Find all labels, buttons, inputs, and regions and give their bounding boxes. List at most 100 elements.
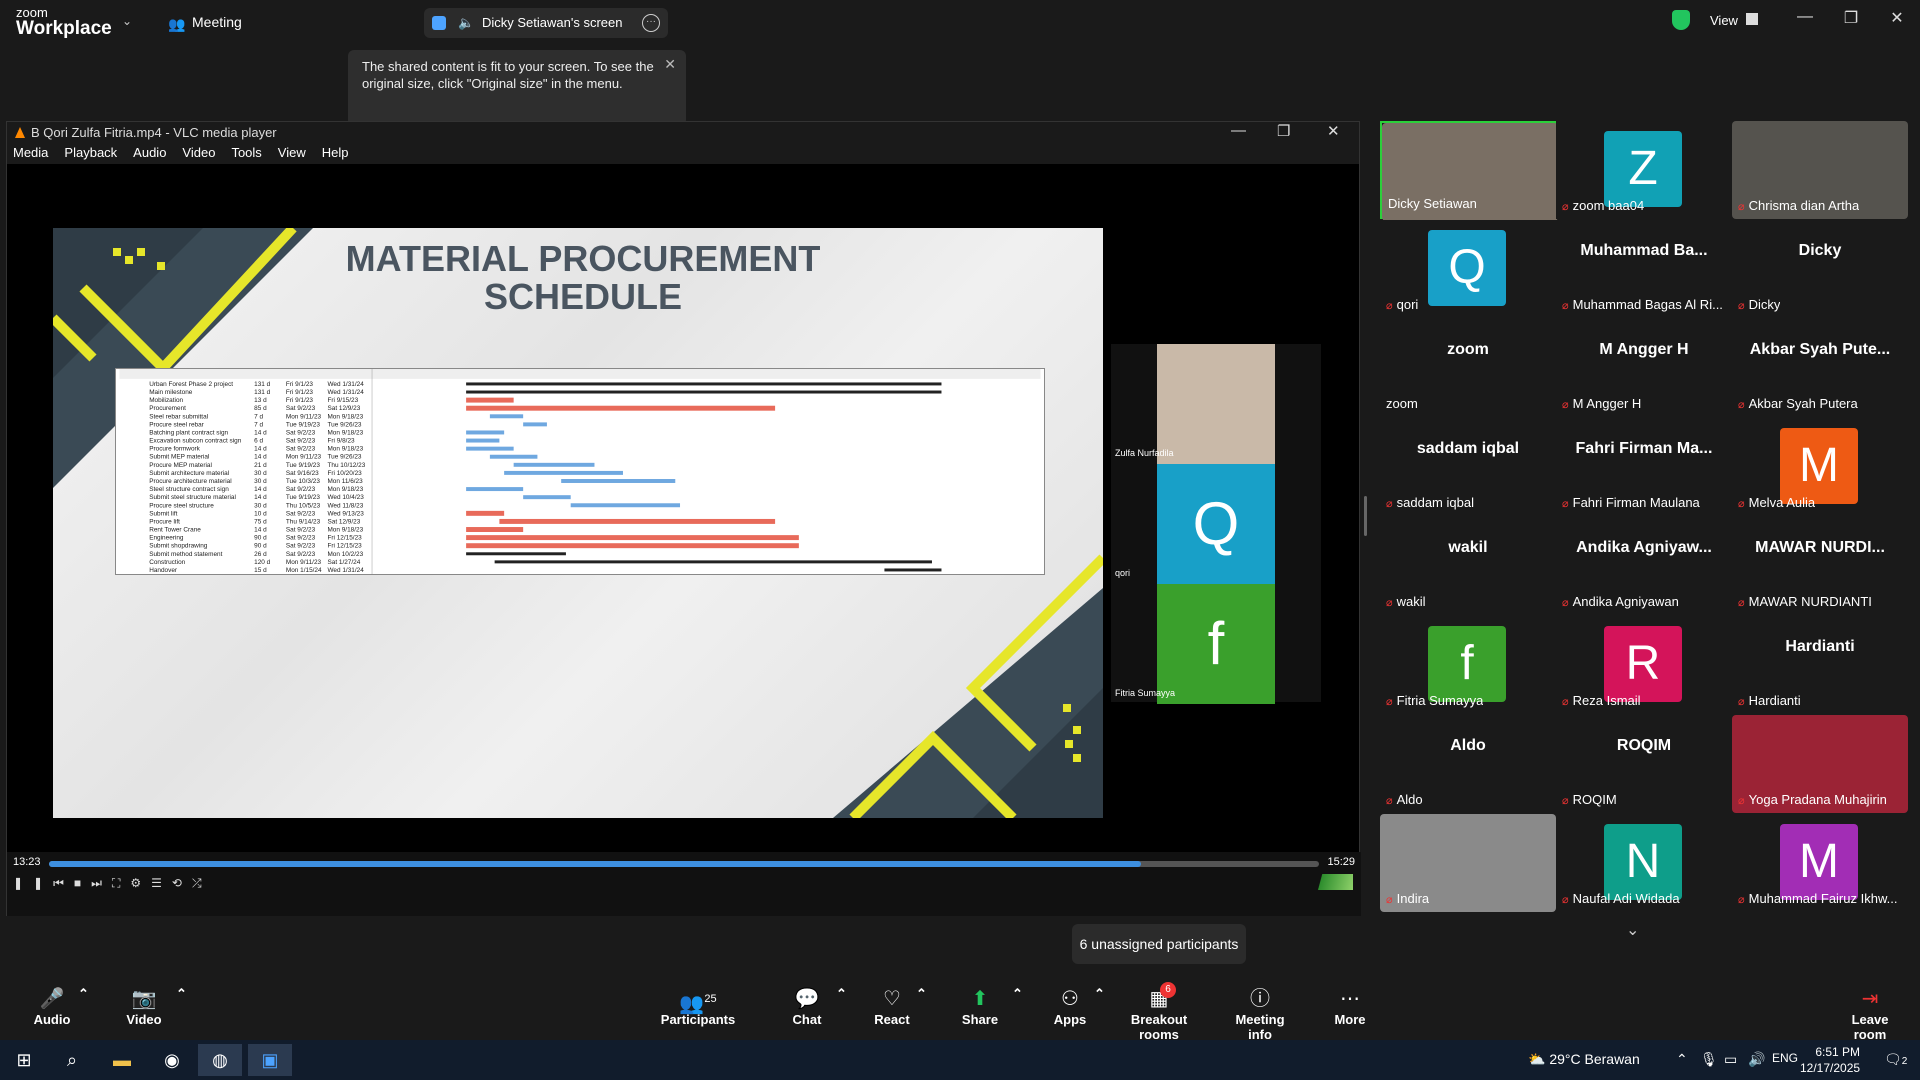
apps-button[interactable]: ⚇ Apps [1048,986,1092,1027]
participant-tile[interactable]: ⌀ Chrisma dian Artha [1732,121,1908,219]
share-button[interactable]: ⬆ Share [958,986,1002,1027]
pause-icon[interactable]: ❚❚ [13,876,53,890]
participant-tile[interactable]: ⌀ Indira [1380,814,1556,912]
vlc-menu-help[interactable]: Help [322,145,349,160]
audio-button[interactable]: 🎤 Audio [30,986,74,1027]
unassigned-toast[interactable]: 6 unassigned participants [1072,924,1246,964]
react-button[interactable]: ♡ React [870,986,914,1027]
participant-tile[interactable]: Fahri Firman Ma... ⌀ Fahri Firman Maulana [1556,418,1732,516]
participant-tile[interactable]: Andika Agniyaw... ⌀ Andika Agniyawan [1556,517,1732,615]
gantt-bar [466,405,776,411]
close-icon[interactable]: ✕ [664,56,676,73]
participant-tile[interactable]: MAWAR NURDI... ⌀ MAWAR NURDIANTI [1732,517,1908,615]
stop-icon[interactable]: ■ [74,876,91,890]
playlist-icon[interactable]: ☰ [151,876,172,890]
participant-tile[interactable]: N ⌀ Naufal Adi Widada [1556,814,1732,912]
screen-share-pill[interactable]: 🔈 Dicky Setiawan's screen ··· [424,8,668,38]
participant-display-name: Dicky [1798,242,1842,259]
participant-tile[interactable]: R ⌀ Reza Ismail [1556,616,1732,714]
participant-tile[interactable]: Aldo ⌀ Aldo [1380,715,1556,813]
mic-tray-icon[interactable]: 🎙 [1700,1051,1718,1068]
participant-tile[interactable]: Akbar Syah Pute... ⌀ Akbar Syah Putera [1732,319,1908,417]
participant-tile[interactable]: ⌀ Yoga Pradana Muhajirin [1732,715,1908,813]
participant-tile[interactable]: Dicky ⌀ Dicky [1732,220,1908,318]
windows-start-icon[interactable]: ⊞ [2,1044,46,1076]
speaker-video-2[interactable]: Q [1157,464,1275,584]
participant-tile[interactable]: M ⌀ Muhammad Fairuz Ikhw... [1732,814,1908,912]
vlc-menu-media[interactable]: Media [13,145,48,160]
leave-room-button[interactable]: ⇥ Leave room [1834,986,1906,1042]
view-button[interactable]: View [1710,12,1758,28]
minimize-button[interactable]: — [1790,8,1820,26]
participant-tile[interactable]: M ⌀ Melva Aulia [1732,418,1908,516]
speaker-video-3[interactable]: f [1157,584,1275,704]
volume-icon[interactable]: 🔊 [1748,1051,1765,1068]
network-icon[interactable]: ▭ [1724,1051,1737,1068]
gantt-cell-name: Main milestone [149,389,193,396]
participant-tile[interactable]: wakil ⌀ wakil [1380,517,1556,615]
more-options-icon[interactable]: ··· [642,14,660,32]
vlc-maximize-button[interactable]: ❐ [1277,122,1290,140]
apps-options-caret[interactable]: ⌃ [1094,986,1105,1002]
chevron-down-icon[interactable]: ⌄ [1626,920,1639,940]
participant-tile[interactable]: saddam iqbal ⌀ saddam iqbal [1380,418,1556,516]
participants-button[interactable]: 👥25 Participants [660,986,736,1027]
system-clock[interactable]: 6:51 PM 12/17/2025 [1800,1044,1860,1076]
more-button[interactable]: ⋯ More [1330,986,1370,1027]
mic-muted-icon: ⌀ [1738,498,1745,510]
restore-button[interactable]: ❐ [1836,8,1866,28]
next-icon[interactable]: ⏭ [91,876,112,890]
participant-tile[interactable]: zoom zoom [1380,319,1556,417]
participant-name-label: ⌀ Melva Aulia [1738,495,1815,510]
video-options-caret[interactable]: ⌃ [176,986,187,1002]
chevron-down-icon[interactable]: ⌄ [122,14,132,28]
share-options-caret[interactable]: ⌃ [1012,986,1023,1002]
splitter-handle[interactable] [1364,496,1367,536]
weather-widget[interactable]: ⛅ 29°C Berawan [1528,1051,1640,1068]
meeting-info-button[interactable]: ⓘ Meeting info [1222,986,1298,1042]
vlc-menu-view[interactable]: View [278,145,306,160]
react-options-caret[interactable]: ⌃ [916,986,927,1002]
audio-options-caret[interactable]: ⌃ [78,986,89,1002]
avatar: N [1604,824,1682,900]
loop-icon[interactable]: ⟲ [172,876,192,890]
language-indicator[interactable]: ENG [1772,1051,1798,1065]
file-explorer-icon[interactable]: ▬ [100,1044,144,1076]
chat-options-caret[interactable]: ⌃ [836,986,847,1002]
settings-icon[interactable]: ⚙ [130,876,151,890]
seek-bar[interactable] [49,861,1319,867]
chrome-icon[interactable]: ◍ [198,1044,242,1076]
participant-tile[interactable]: Dicky Setiawan [1380,121,1558,221]
participant-tile[interactable]: Muhammad Ba... ⌀ Muhammad Bagas Al Ri... [1556,220,1732,318]
tray-chevron-icon[interactable]: ⌃ [1676,1051,1688,1068]
vlc-menu-playback[interactable]: Playback [64,145,117,160]
notification-icon[interactable]: 🗨2 [1884,1051,1907,1068]
volume-slider[interactable] [1293,874,1353,890]
shuffle-icon[interactable]: ⤮ [192,876,212,890]
obs-icon[interactable]: ◉ [150,1044,194,1076]
vlc-menu-video[interactable]: Video [182,145,215,160]
video-button[interactable]: 📷 Video [122,986,166,1027]
participant-tile[interactable]: ROQIM ⌀ ROQIM [1556,715,1732,813]
participant-tile[interactable]: f ⌀ Fitria Sumayya [1380,616,1556,714]
shield-icon[interactable] [1672,10,1690,30]
search-icon[interactable]: ⌕ [50,1044,94,1076]
fullscreen-icon[interactable]: ⛶ [112,876,130,890]
vlc-minimize-button[interactable]: — [1231,122,1246,139]
participant-tile[interactable]: Q ⌀ qori [1380,220,1556,318]
gantt-bar [561,479,676,483]
vlc-menu-tools[interactable]: Tools [231,145,261,160]
vlc-close-button[interactable]: ✕ [1327,122,1340,140]
meeting-menu[interactable]: 👥 Meeting [168,14,242,32]
gantt-bar [570,503,681,508]
participant-tile[interactable]: M Angger H ⌀ M Angger H [1556,319,1732,417]
zoom-taskbar-icon[interactable]: ▣ [248,1044,292,1076]
participant-tile[interactable]: Z ⌀ zoom baa04 [1556,121,1732,219]
speaker-video-1[interactable] [1157,344,1275,464]
vlc-menu-audio[interactable]: Audio [133,145,166,160]
chat-button[interactable]: 💬 Chat [786,986,828,1027]
prev-icon[interactable]: ⏮ [53,876,74,890]
participant-tile[interactable]: Hardianti ⌀ Hardianti [1732,616,1908,714]
close-button[interactable]: ✕ [1882,8,1912,28]
breakout-rooms-button[interactable]: ▦ 6 Breakout rooms [1116,982,1202,1042]
